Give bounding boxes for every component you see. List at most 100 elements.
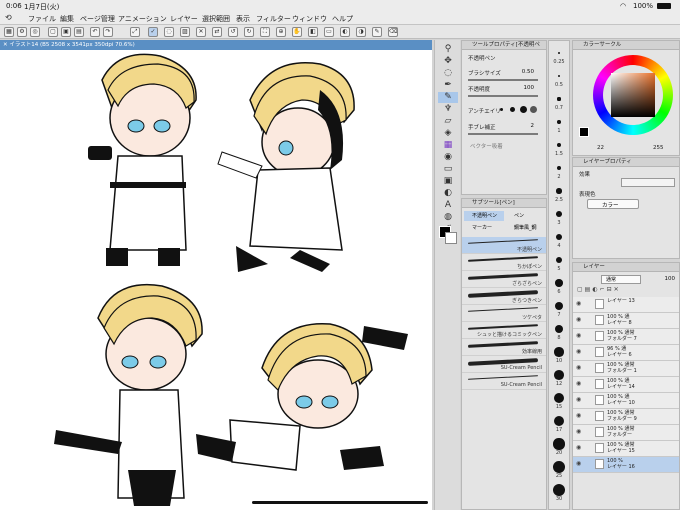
select-icon[interactable]: ✓: [148, 27, 158, 37]
shape-tool-icon[interactable]: ▭: [438, 164, 458, 175]
brush-size-option[interactable]: [553, 392, 565, 404]
brush-size-option[interactable]: [557, 120, 561, 124]
brush-size-option[interactable]: [554, 347, 564, 357]
menu-window[interactable]: ウィンドウ: [292, 14, 327, 24]
eyedropper-tool-icon[interactable]: ✒: [438, 80, 458, 91]
eraser-tool-icon[interactable]: ▱: [438, 116, 458, 127]
effect-buttons[interactable]: [621, 178, 675, 187]
eye-icon[interactable]: ◉: [576, 428, 581, 435]
grid-icon[interactable]: ▦: [4, 27, 14, 37]
menu-animation[interactable]: アニメーション: [118, 14, 167, 24]
menu-help[interactable]: ヘルプ: [332, 14, 353, 24]
frame-tool-icon[interactable]: ▣: [438, 176, 458, 187]
brush-size-option[interactable]: [553, 415, 565, 427]
antialias-selector[interactable]: [500, 106, 540, 113]
stabilize-value[interactable]: 2: [518, 123, 535, 129]
save-icon[interactable]: ▣: [61, 27, 71, 37]
hide-icon[interactable]: ◑: [356, 27, 366, 37]
redo-icon[interactable]: ↷: [103, 27, 113, 37]
layer-row[interactable]: ◉ 100 % 通常 フォルダー 7: [573, 329, 679, 345]
fill-tool-icon[interactable]: ◈: [438, 128, 458, 139]
layer-row[interactable]: ◉ 100 % 通常 フォルダー 9: [573, 409, 679, 425]
layer-row[interactable]: ◉ 100 % 通常 フォルダー: [573, 425, 679, 441]
brush-size-option[interactable]: [556, 165, 562, 171]
zoom-icon[interactable]: ⊕: [276, 27, 286, 37]
brush-size-option[interactable]: [554, 370, 564, 380]
mask-icon[interactable]: ◐: [592, 286, 599, 293]
brush-size-option[interactable]: [556, 188, 562, 194]
menu-edit[interactable]: 編集: [60, 14, 74, 24]
flip-icon[interactable]: ⇄: [212, 27, 222, 37]
menu-selection[interactable]: 選択範囲: [202, 14, 230, 24]
gradient-tool-icon[interactable]: ▦: [438, 140, 458, 151]
layer-icon[interactable]: ◧: [308, 27, 318, 37]
brush-item[interactable]: シュッと描けるコミックペン: [462, 322, 546, 339]
eye-icon[interactable]: ◉: [576, 300, 581, 307]
layer-row[interactable]: ◉ レイヤー 13: [573, 297, 679, 313]
brush-size-option[interactable]: [555, 256, 563, 264]
color-mode-select[interactable]: カラー: [587, 199, 639, 209]
brush-item[interactable]: ぎらつきペン: [462, 288, 546, 305]
eye-icon[interactable]: ◉: [576, 460, 581, 467]
brush-size-option[interactable]: [557, 97, 561, 101]
stabilize-slider[interactable]: [468, 133, 538, 135]
app-logo-icon[interactable]: ⟲: [5, 13, 12, 22]
brush-size-option[interactable]: [556, 142, 562, 148]
pen-tool-icon[interactable]: ✎: [438, 92, 458, 103]
eye-icon[interactable]: ◉: [576, 444, 581, 451]
rotate-right-icon[interactable]: ↻: [244, 27, 254, 37]
subtool-tab-marker[interactable]: マーカー: [464, 223, 504, 233]
layer-row[interactable]: ◉ 96 % 通レイヤー 6: [573, 345, 679, 361]
palette-icon[interactable]: ◐: [340, 27, 350, 37]
eye-icon[interactable]: ◉: [576, 412, 581, 419]
layer-row[interactable]: ◉ 100 % 通常 レイヤー 15: [573, 441, 679, 457]
brush-tool-icon[interactable]: ♆: [438, 104, 458, 115]
new-file-icon[interactable]: ▢: [48, 27, 58, 37]
saturation-value-square[interactable]: [611, 73, 655, 117]
layer-row[interactable]: ◉ 100 % 通レイヤー 14: [573, 377, 679, 393]
brush-size-option[interactable]: [556, 211, 562, 217]
fit-icon[interactable]: ⛶: [260, 27, 270, 37]
brush-size-option[interactable]: [558, 52, 560, 54]
opacity-value[interactable]: 100: [512, 85, 535, 91]
new-layer-icon[interactable]: ▢: [577, 286, 585, 293]
blend-mode-select[interactable]: 通常: [601, 275, 641, 284]
blend-tool-icon[interactable]: ◉: [438, 152, 458, 163]
text-tool-icon[interactable]: A: [438, 200, 458, 211]
brush-size-slider[interactable]: [468, 79, 538, 81]
brush-item[interactable]: ちかぽペン: [462, 254, 546, 271]
eye-icon[interactable]: ◉: [576, 348, 581, 355]
clip-icon[interactable]: ⌐: [600, 286, 607, 293]
brush-size-option[interactable]: [553, 461, 565, 473]
sub-color-swatch[interactable]: [445, 232, 457, 244]
open-icon[interactable]: ▤: [74, 27, 84, 37]
subtool-tab-pen[interactable]: ペン: [506, 211, 546, 221]
brush-icon[interactable]: ✎: [372, 27, 382, 37]
brush-item[interactable]: 効率線用: [462, 339, 546, 356]
clear-icon[interactable]: ✕: [196, 27, 206, 37]
eraser-icon[interactable]: ⌫: [388, 27, 398, 37]
layer-row[interactable]: ◉ 100 % レイヤー 16: [573, 457, 679, 473]
menu-file[interactable]: ファイル: [28, 14, 56, 24]
menu-filter[interactable]: フィルター: [256, 14, 291, 24]
undo-icon[interactable]: ↶: [90, 27, 100, 37]
drawing-canvas[interactable]: [0, 50, 432, 510]
brush-item[interactable]: 不透明ペン: [462, 237, 546, 254]
brush-size-option[interactable]: [557, 74, 561, 78]
eye-icon[interactable]: ◉: [576, 380, 581, 387]
eye-icon[interactable]: ◉: [576, 316, 581, 323]
brush-size-option[interactable]: [553, 438, 565, 450]
brush-size-value[interactable]: 0.50: [512, 69, 534, 75]
layer-opacity-value[interactable]: 100: [653, 276, 676, 282]
fill-icon[interactable]: ▨: [180, 27, 190, 37]
brush-size-option[interactable]: [554, 324, 564, 334]
document-tab[interactable]: ✕ イラスト14 (B5 2508 x 3541px 350dpi 70.6%): [0, 40, 432, 50]
brush-size-option[interactable]: [552, 483, 566, 497]
brush-item[interactable]: SU-Cream Pencil: [462, 356, 546, 373]
layer-row[interactable]: ◉ 100 % 通レイヤー 10: [573, 393, 679, 409]
transform-icon[interactable]: ⤢: [130, 27, 140, 37]
ruler-icon[interactable]: ▭: [324, 27, 334, 37]
balloon-tool-icon[interactable]: ◍: [438, 212, 458, 223]
settings-icon[interactable]: ⚙: [17, 27, 27, 37]
lasso-tool-icon[interactable]: ◌: [438, 68, 458, 79]
